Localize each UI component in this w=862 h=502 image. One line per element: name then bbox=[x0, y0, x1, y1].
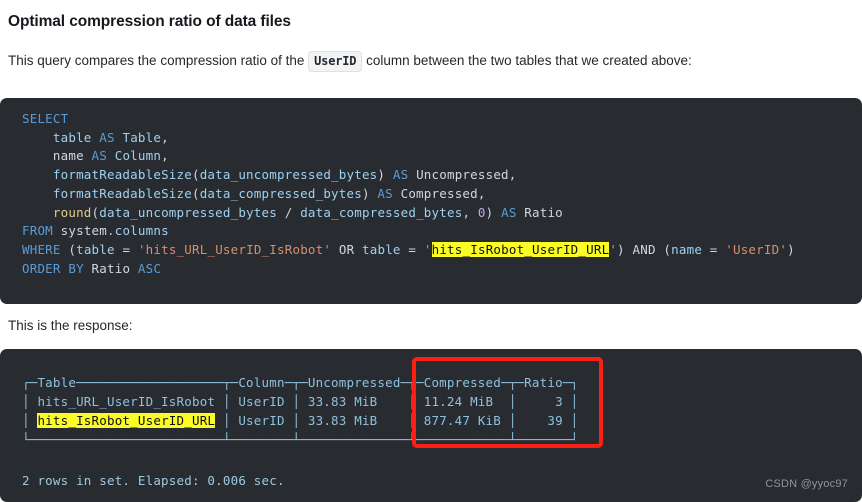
response-table: ┌─Table───────────────────┬─Column─┬─Unc… bbox=[0, 349, 862, 449]
table-row-prefix: │ bbox=[22, 413, 38, 428]
page-root: Optimal compression ratio of data files … bbox=[0, 0, 862, 502]
intro-paragraph: This query compares the compression rati… bbox=[0, 31, 862, 72]
response-output-block[interactable]: ┌─Table───────────────────┬─Column─┬─Unc… bbox=[0, 349, 862, 502]
watermark: CSDN @yyoc97 bbox=[765, 478, 848, 490]
response-highlight-table-name: hits_IsRobot_UserID_URL bbox=[37, 413, 216, 428]
table-art-footer: └─────────────────────────┴────────┴────… bbox=[22, 432, 579, 447]
page-title: Optimal compression ratio of data files bbox=[8, 13, 291, 30]
inline-code-userid: UserID bbox=[308, 51, 363, 72]
table-row: │ hits_URL_UserID_IsRobot │ UserID │ 33.… bbox=[22, 394, 579, 409]
intro-text-after: column between the two tables that we cr… bbox=[366, 53, 692, 68]
table-row-suffix: │ UserID │ 33.83 MiB │ 877.47 KiB │ 39 │ bbox=[215, 413, 579, 428]
response-label: This is the response: bbox=[8, 318, 133, 333]
table-art-header: ┌─Table───────────────────┬─Column─┬─Unc… bbox=[22, 375, 579, 390]
sql-code-text: SELECT table AS Table, name AS Column, f… bbox=[22, 111, 795, 276]
sql-code-block[interactable]: SELECT table AS Table, name AS Column, f… bbox=[0, 98, 862, 304]
intro-text-before: This query compares the compression rati… bbox=[8, 53, 305, 68]
sql-highlight-table-name: hits_IsRobot_UserID_URL bbox=[431, 241, 610, 257]
query-stats: 2 rows in set. Elapsed: 0.006 sec. bbox=[22, 473, 285, 488]
